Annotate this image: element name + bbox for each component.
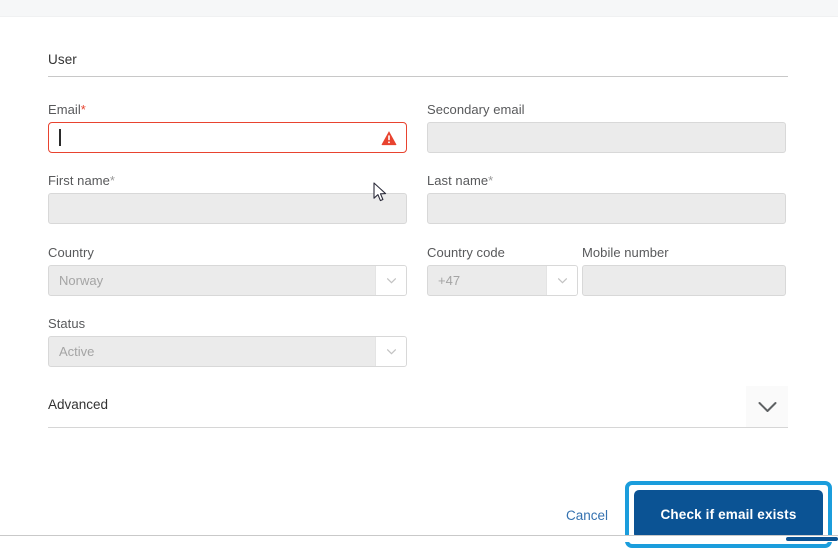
label-status: Status [48, 316, 407, 331]
check-if-email-exists-button[interactable]: Check if email exists [634, 490, 823, 539]
label-last-name-text: Last name [427, 173, 488, 188]
label-secondary-email-text: Secondary email [427, 102, 525, 117]
chevron-down-icon [387, 349, 396, 355]
mobile-number-input[interactable] [582, 265, 786, 296]
section-divider [48, 76, 788, 77]
field-group-country-code: Country code +47 [427, 245, 578, 296]
user-form-panel: User Email* Secondary email First name* … [0, 18, 838, 535]
label-first-name: First name* [48, 173, 407, 188]
label-status-text: Status [48, 316, 85, 331]
label-mobile-number-text: Mobile number [582, 245, 669, 260]
horizontal-scrollbar-thumb[interactable] [786, 537, 838, 541]
label-country: Country [48, 245, 407, 260]
label-email-text: Email [48, 102, 81, 117]
country-select-arrow[interactable] [375, 266, 406, 295]
required-marker-email: * [81, 102, 86, 117]
label-country-code: Country code [427, 245, 578, 260]
field-group-last-name: Last name* [427, 173, 786, 224]
advanced-section-row[interactable]: Advanced [48, 386, 788, 428]
label-last-name: Last name* [427, 173, 786, 188]
chevron-down-icon [387, 278, 396, 284]
label-country-text: Country [48, 245, 94, 260]
chevron-down-icon [758, 401, 777, 413]
status-select[interactable]: Active [48, 336, 407, 367]
label-secondary-email: Secondary email [427, 102, 786, 117]
field-group-mobile-number: Mobile number [582, 245, 786, 296]
field-group-status: Status Active [48, 316, 407, 367]
required-marker-first-name: * [110, 173, 115, 188]
email-input-wrapper [48, 122, 407, 153]
last-name-input[interactable] [427, 193, 786, 224]
secondary-email-input[interactable] [427, 122, 786, 153]
section-title-user: User [48, 52, 77, 67]
field-group-secondary-email: Secondary email [427, 102, 786, 153]
advanced-section-label: Advanced [48, 397, 108, 412]
advanced-expand-button[interactable] [746, 386, 788, 427]
country-code-select-arrow[interactable] [546, 266, 577, 295]
warning-triangle-icon [381, 130, 397, 146]
field-group-first-name: First name* [48, 173, 407, 224]
window-top-chrome-strip [0, 0, 838, 17]
window-bottom-chrome-strip [0, 536, 838, 542]
first-name-input[interactable] [48, 193, 407, 224]
email-input[interactable] [48, 122, 407, 153]
status-select-arrow[interactable] [375, 337, 406, 366]
chevron-down-icon [558, 278, 567, 284]
label-first-name-text: First name [48, 173, 110, 188]
label-email: Email* [48, 102, 407, 117]
field-group-country: Country Norway [48, 245, 407, 296]
country-select-value: Norway [49, 273, 375, 288]
text-caret [59, 129, 61, 146]
status-select-value: Active [49, 344, 375, 359]
country-code-select[interactable]: +47 [427, 265, 578, 296]
country-code-select-value: +47 [428, 273, 546, 288]
field-group-email: Email* [48, 102, 407, 153]
label-mobile-number: Mobile number [582, 245, 786, 260]
cancel-button[interactable]: Cancel [566, 508, 608, 523]
country-select[interactable]: Norway [48, 265, 407, 296]
label-country-code-text: Country code [427, 245, 505, 260]
required-marker-last-name: * [488, 173, 493, 188]
